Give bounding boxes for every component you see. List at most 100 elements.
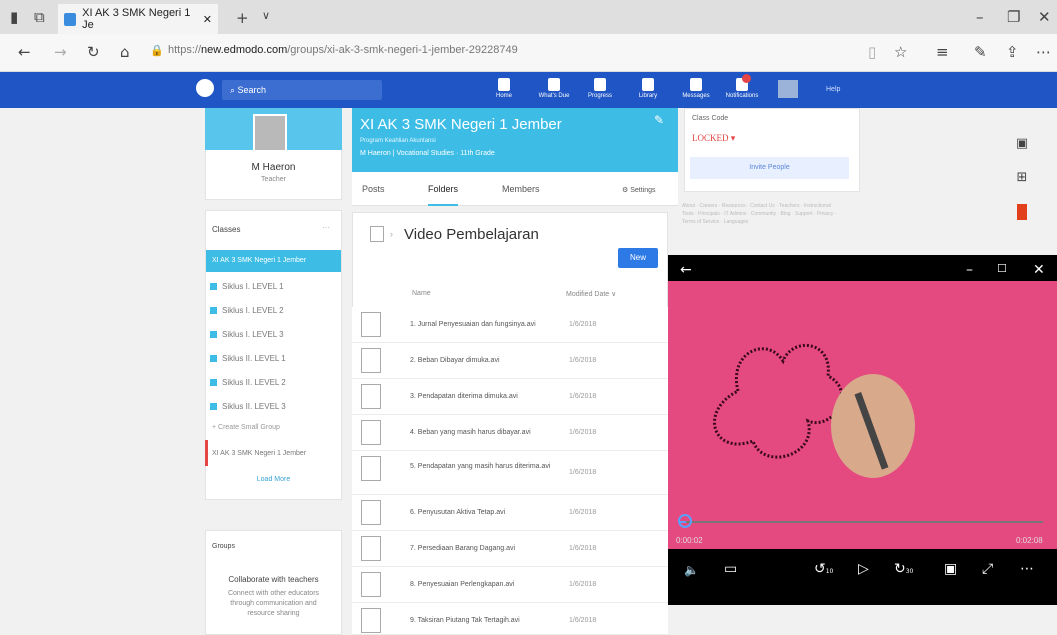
footer-links[interactable]: About · Careers · Resources · Contact Us… bbox=[682, 202, 842, 226]
lock-icon: 🔒 bbox=[150, 44, 164, 57]
tab-folders[interactable]: Folders bbox=[428, 184, 459, 206]
document-icon bbox=[361, 348, 381, 373]
forward-arrow-icon[interactable]: → bbox=[54, 43, 67, 61]
class-color-icon bbox=[210, 355, 217, 362]
document-icon bbox=[361, 456, 381, 481]
nav-library[interactable]: Library bbox=[630, 78, 666, 99]
player-maximize-icon[interactable]: ☐ bbox=[997, 262, 1007, 275]
document-icon bbox=[361, 500, 381, 525]
column-header-name[interactable]: Name bbox=[412, 290, 431, 297]
video-drawing bbox=[712, 344, 915, 478]
new-button[interactable]: New bbox=[618, 248, 658, 268]
class-code-dropdown[interactable]: LOCKED ▾ bbox=[692, 133, 735, 144]
tab-actions-icon[interactable]: ▮ bbox=[10, 8, 18, 26]
user-menu-avatar[interactable] bbox=[778, 80, 798, 98]
web-note-icon[interactable]: ✎ bbox=[974, 43, 987, 61]
classes-more-icon[interactable]: ··· bbox=[322, 223, 330, 232]
create-small-group-link[interactable]: + Create Small Group bbox=[212, 424, 280, 431]
refresh-icon[interactable]: ↻ bbox=[87, 43, 100, 61]
file-row[interactable]: 1. Jurnal Penyesuaian dan fungsinya.avi 1… bbox=[352, 307, 668, 343]
class-item[interactable]: Siklus II. LEVEL 3 bbox=[210, 402, 286, 411]
tab-members[interactable]: Members bbox=[502, 184, 540, 194]
document-icon bbox=[361, 536, 381, 561]
progress-icon bbox=[594, 78, 606, 91]
favorites-hub-icon[interactable]: ≡ bbox=[936, 43, 949, 61]
favorite-star-icon[interactable]: ☆ bbox=[894, 43, 907, 61]
skip-back-icon[interactable]: ↺10 bbox=[814, 561, 833, 577]
search-input[interactable]: ⌕ Search bbox=[222, 80, 382, 100]
file-row[interactable]: 3. Pendapatan diterima dimuka.avi 1/6/201… bbox=[352, 379, 668, 415]
nav-home[interactable]: Home bbox=[486, 78, 522, 99]
class-item[interactable]: Siklus I. LEVEL 1 bbox=[210, 282, 284, 291]
file-row[interactable]: 5. Pendapatan yang masih harus diterima.… bbox=[352, 451, 668, 495]
reading-view-icon[interactable]: ▯ bbox=[868, 43, 876, 61]
invite-people-button[interactable]: Invite People bbox=[690, 157, 849, 179]
file-row[interactable]: 2. Beban Dibayar dimuka.avi 1/6/2018 bbox=[352, 343, 668, 379]
video-frame[interactable] bbox=[668, 281, 1057, 549]
document-icon bbox=[361, 384, 381, 409]
minimize-window-icon[interactable]: – bbox=[976, 8, 984, 26]
help-link[interactable]: Help bbox=[826, 86, 840, 93]
class-item[interactable]: Siklus II. LEVEL 1 bbox=[210, 354, 286, 363]
tab-preview-icon[interactable]: ⧉ bbox=[34, 8, 45, 26]
profile-name[interactable]: M Haeron bbox=[205, 162, 342, 173]
file-row[interactable]: 9. Taksiran Piutang Tak Tertagih.avi 1/6/… bbox=[352, 603, 668, 635]
breadcrumb-chevron-icon: › bbox=[390, 229, 393, 239]
browser-tab[interactable]: XI AK 3 SMK Negeri 1 Je ✕ bbox=[58, 4, 218, 34]
tab-list-chevron-icon[interactable]: ∨ bbox=[262, 9, 270, 22]
play-icon[interactable]: ▷ bbox=[858, 561, 869, 577]
file-row[interactable]: 6. Penyusutan Aktiva Tetap.avi 1/6/2018 bbox=[352, 495, 668, 531]
more-options-icon[interactable]: ⋯ bbox=[1036, 43, 1051, 61]
file-row[interactable]: 7. Persediaan Barang Dagang.avi 1/6/2018 bbox=[352, 531, 668, 567]
fullscreen-icon[interactable]: ⤢ bbox=[982, 561, 993, 577]
profile-avatar[interactable] bbox=[253, 114, 287, 152]
tab-title: XI AK 3 SMK Negeri 1 Je bbox=[82, 7, 191, 31]
column-header-date[interactable]: Modified Date ∨ bbox=[566, 290, 616, 298]
edit-pencil-icon[interactable]: ✎ bbox=[654, 113, 664, 127]
class-color-icon bbox=[210, 283, 217, 290]
class-item[interactable]: Siklus I. LEVEL 3 bbox=[210, 330, 284, 339]
address-url[interactable]: https://new.edmodo.com/groups/xi-ak-3-sm… bbox=[168, 44, 518, 56]
back-arrow-icon[interactable]: ← bbox=[18, 43, 31, 61]
class-item[interactable]: Siklus II. LEVEL 2 bbox=[210, 378, 286, 387]
tab-settings[interactable]: ⚙ Settings bbox=[622, 186, 656, 194]
restore-window-icon[interactable]: ❐ bbox=[1007, 8, 1020, 26]
apps-grid-icon[interactable]: ⊞ bbox=[1014, 170, 1030, 185]
class-color-icon bbox=[210, 331, 217, 338]
calendar-icon bbox=[548, 78, 560, 91]
player-back-arrow-icon[interactable]: ← bbox=[680, 262, 692, 278]
file-row[interactable]: 4. Beban yang masih harus dibayar.avi 1/6… bbox=[352, 415, 668, 451]
tab-posts[interactable]: Posts bbox=[362, 184, 385, 194]
class-color-icon bbox=[210, 379, 217, 386]
seek-knob[interactable] bbox=[678, 514, 692, 528]
nav-messages[interactable]: Messages bbox=[678, 78, 714, 99]
file-row[interactable]: 8. Penyesuaian Perlengkapan.avi 1/6/2018 bbox=[352, 567, 668, 603]
current-class-item[interactable]: XI AK 3 SMK Negeri 1 Jember bbox=[212, 450, 306, 457]
store-icon[interactable]: ▣ bbox=[1014, 136, 1030, 151]
more-player-options-icon[interactable]: ⋯ bbox=[1020, 561, 1034, 577]
volume-icon[interactable]: 🔈 bbox=[684, 563, 699, 577]
class-item[interactable]: Siklus I. LEVEL 2 bbox=[210, 306, 284, 315]
groups-promo-title: Collaborate with teachers bbox=[228, 575, 319, 584]
player-minimize-icon[interactable]: – bbox=[966, 262, 973, 278]
seek-bar[interactable] bbox=[680, 521, 1043, 523]
share-icon[interactable]: ⇪ bbox=[1006, 43, 1019, 61]
class-color-icon bbox=[210, 403, 217, 410]
mini-view-icon[interactable]: ▣ bbox=[944, 561, 957, 577]
active-class-item[interactable]: XI AK 3 SMK Negeri 1 Jember bbox=[206, 250, 341, 272]
nav-progress[interactable]: Progress bbox=[582, 78, 618, 99]
load-more-link[interactable]: Load More bbox=[205, 476, 342, 483]
player-close-icon[interactable]: ✕ bbox=[1033, 262, 1045, 278]
new-tab-icon[interactable]: + bbox=[236, 9, 249, 27]
groups-promo-text: Connect with other educators through com… bbox=[227, 590, 320, 617]
class-color-icon bbox=[210, 307, 217, 314]
close-tab-icon[interactable]: ✕ bbox=[203, 13, 212, 26]
office-icon[interactable] bbox=[1017, 204, 1027, 220]
edmodo-logo-icon[interactable] bbox=[196, 79, 214, 97]
close-window-icon[interactable]: ✕ bbox=[1038, 8, 1051, 26]
home-icon bbox=[498, 78, 510, 91]
home-button-icon[interactable]: ⌂ bbox=[120, 43, 130, 61]
skip-forward-icon[interactable]: ↻30 bbox=[894, 561, 913, 577]
nav-whats-due[interactable]: What's Due bbox=[536, 78, 572, 99]
captions-icon[interactable]: ▭ bbox=[724, 561, 737, 577]
